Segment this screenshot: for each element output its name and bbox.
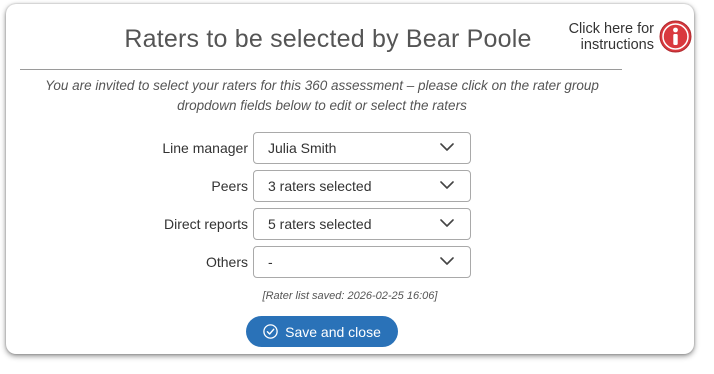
title-divider: [20, 69, 622, 70]
save-button-label: Save and close: [285, 323, 381, 340]
dropdown-value: 5 raters selected: [268, 216, 372, 232]
saved-status-note: [Rater list saved: 2026-02-25 16:06]: [6, 290, 694, 302]
instructions-text: Click here for instructions: [569, 21, 654, 53]
chevron-down-icon: [440, 143, 454, 151]
dialog-title: Raters to be selected by Bear Poole: [124, 25, 532, 53]
rater-row-others: Others -: [6, 246, 694, 278]
row-label: Direct reports: [163, 216, 248, 232]
chevron-down-icon: [440, 219, 454, 227]
rater-selection-dialog: Raters to be selected by Bear Poole Clic…: [6, 4, 694, 354]
check-circle-icon: [263, 324, 278, 339]
rater-row-line-manager: Line manager Julia Smith: [6, 132, 694, 164]
instructions-line-2: instructions: [580, 36, 654, 53]
chevron-down-icon: [440, 257, 454, 265]
saved-status-text: [Rater list saved: 2026-02-25 16:06]: [262, 290, 438, 302]
others-dropdown[interactable]: -: [253, 246, 471, 278]
row-label: Line manager: [162, 140, 248, 156]
direct-reports-dropdown[interactable]: 5 raters selected: [253, 208, 471, 240]
info-icon[interactable]: [659, 20, 692, 53]
dropdown-value: Julia Smith: [268, 140, 337, 156]
line-manager-dropdown[interactable]: Julia Smith: [253, 132, 471, 164]
row-label: Peers: [211, 178, 248, 194]
instructions-link[interactable]: Click here for instructions: [569, 20, 692, 53]
row-label: Others: [205, 254, 248, 270]
rater-row-direct-reports: Direct reports 5 raters selected: [6, 208, 694, 240]
instructions-line-1: Click here for: [568, 20, 654, 37]
dropdown-value: 3 raters selected: [268, 178, 372, 194]
chevron-down-icon: [440, 181, 454, 189]
save-and-close-button[interactable]: Save and close: [246, 316, 398, 347]
rater-row-peers: Peers 3 raters selected: [6, 170, 694, 202]
dropdown-value: -: [268, 254, 273, 270]
intro-text: You are invited to select your raters fo…: [45, 78, 599, 113]
peers-dropdown[interactable]: 3 raters selected: [253, 170, 471, 202]
